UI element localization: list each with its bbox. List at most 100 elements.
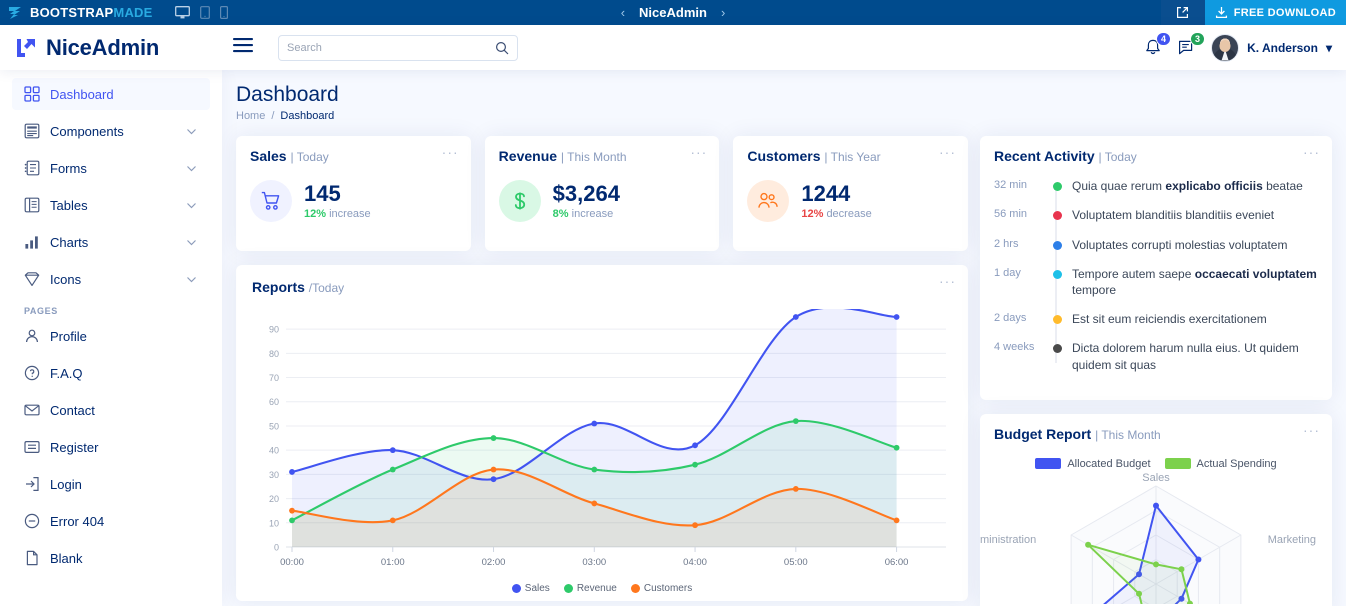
customers-delta: 12% decrease (801, 208, 871, 220)
breadcrumb-home[interactable]: Home (236, 110, 265, 122)
sales-delta: 12% increase (304, 208, 371, 220)
sidebar-item-contact[interactable]: Contact (12, 394, 210, 426)
legend-item-allocated-budget[interactable]: Allocated Budget (1035, 458, 1151, 470)
reports-title-text: Reports (252, 279, 305, 296)
legend-label: Sales (524, 583, 550, 595)
legend-label: Actual Spending (1196, 457, 1277, 470)
activity-item[interactable]: 1 day Tempore autem saepe occaecati volup… (994, 266, 1318, 298)
sidebar-item-label: Profile (50, 328, 87, 344)
sales-card-body: 145 12% increase (250, 180, 457, 223)
search-box[interactable] (278, 34, 518, 61)
revenue-delta: 8% increase (553, 208, 620, 220)
revenue-card-menu[interactable]: ··· (690, 145, 707, 159)
sales-card: Sales | Today ··· 145 12% increase (236, 136, 471, 252)
cart-icon (261, 192, 280, 210)
customers-delta-dir: decrease (826, 208, 872, 221)
activity-item[interactable]: 4 weeks Dicta dolorem harum nulla eius. U… (994, 340, 1318, 372)
y-tick-label: 20 (269, 494, 279, 504)
messages-button[interactable]: 3 (1177, 31, 1206, 58)
sidebar-item-icons[interactable]: Icons (12, 263, 210, 295)
budget-radar-chart: Sales Marketing ministration (980, 472, 1318, 606)
card-list-icon (24, 440, 40, 454)
search-input[interactable] (287, 41, 495, 54)
sidebar-item-components[interactable]: Components (12, 115, 210, 147)
tablet-icon[interactable] (199, 6, 210, 19)
download-icon (1215, 7, 1227, 19)
legend-item-sales[interactable]: Sales (511, 583, 550, 595)
chevron-down-icon[interactable] (185, 162, 198, 175)
sidebar-item-tables[interactable]: Tables (12, 189, 210, 221)
sidebar-item-blank[interactable]: Blank (12, 542, 210, 574)
layers-icon (24, 123, 40, 139)
activity-card-menu[interactable]: ··· (1303, 145, 1320, 159)
sidebar-item-faq[interactable]: F.A.Q (12, 357, 210, 389)
legend-swatch (1035, 458, 1062, 470)
y-tick-label: 10 (269, 518, 279, 528)
form-icon (24, 160, 40, 176)
activity-time: 2 hrs (994, 237, 1019, 250)
budget-card-menu[interactable]: ··· (1303, 423, 1320, 437)
search-icon[interactable] (495, 41, 509, 55)
y-tick-label: 30 (269, 470, 279, 480)
chevron-down-icon[interactable] (185, 125, 198, 138)
activity-text: Est sit eum reiciendis exercitationem (1072, 312, 1267, 327)
dollar-icon-wrap (498, 180, 541, 223)
revenue-delta-pct: 8% (552, 208, 569, 221)
app-brand[interactable]: NiceAdmin (0, 35, 222, 61)
prev-template-button[interactable]: ‹ (621, 5, 625, 20)
free-download-button[interactable]: FREE DOWNLOAD (1204, 0, 1346, 25)
chevron-down-icon[interactable] (185, 236, 198, 249)
next-template-button[interactable]: › (721, 5, 725, 20)
hamburger-icon (233, 38, 253, 53)
reports-chart-svg[interactable]: 0 10 20 30 40 50 60 70 80 90 00:00 01:00 02:00 03:00 0… (252, 306, 952, 581)
stats-row: Sales | Today ··· 145 12% increase Reven… (236, 136, 969, 252)
sidebar-item-error-404[interactable]: Error 404 (12, 505, 210, 537)
radar-axis-label-administration: ministration (980, 533, 1037, 546)
sidebar-item-register[interactable]: Register (12, 431, 210, 463)
reports-card-menu[interactable]: ··· (939, 274, 956, 288)
customers-card-menu[interactable]: ··· (939, 145, 956, 159)
profile-menu[interactable]: K. Anderson ▾ (1211, 33, 1332, 62)
external-link-button[interactable] (1160, 0, 1205, 25)
budget-period: | This Month (1095, 427, 1161, 442)
y-tick-label: 50 (269, 422, 279, 432)
activity-dot (1052, 211, 1062, 221)
reports-chart-legend: Sales Revenue Customers (252, 583, 952, 594)
chevron-down-icon[interactable] (185, 273, 198, 286)
current-template-name[interactable]: NiceAdmin (639, 5, 707, 20)
sidebar-toggle-button[interactable] (228, 32, 258, 63)
desktop-icon[interactable] (174, 6, 190, 19)
legend-item-revenue[interactable]: Revenue (563, 583, 617, 594)
activity-dot-column (1048, 340, 1066, 372)
activity-time: 4 weeks (994, 341, 1035, 354)
sales-card-menu[interactable]: ··· (442, 145, 459, 159)
sidebar-item-label: Forms (50, 160, 87, 176)
sidebar-item-login[interactable]: Login (12, 468, 210, 500)
y-tick-label: 0 (274, 543, 279, 553)
budget-report-card: Budget Report | This Month ··· Allocated… (980, 413, 1332, 606)
notifications-button[interactable]: 4 (1143, 31, 1172, 58)
activity-item[interactable]: 2 hrs Voluptates corrupti molestias volup… (994, 237, 1318, 253)
sidebar-item-charts[interactable]: Charts (12, 226, 210, 258)
sales-card-title: Sales | Today (250, 148, 457, 164)
sidebar: Dashboard Components Forms Tables Charts… (0, 70, 222, 606)
dollar-icon (514, 192, 525, 210)
sidebar-item-label: Login (50, 476, 82, 492)
activity-item[interactable]: 32 min Quia quae rerum explicabo officiis… (994, 178, 1318, 194)
activity-dot-column (1048, 237, 1066, 253)
sidebar-item-label: Contact (50, 402, 95, 418)
sidebar-item-profile[interactable]: Profile (12, 320, 210, 352)
reports-period: /Today (308, 281, 345, 296)
dashboard-grid: Sales | Today ··· 145 12% increase Reven… (236, 136, 1332, 606)
activity-item[interactable]: 2 days Est sit eum reiciendis exercitatio… (994, 311, 1318, 327)
legend-item-actual-spending[interactable]: Actual Spending (1164, 457, 1277, 470)
bootstrapmade-logo[interactable]: BOOTSTRAPMADE (0, 5, 153, 20)
mobile-icon[interactable] (219, 6, 228, 19)
chevron-down-icon[interactable] (185, 199, 198, 212)
activity-item[interactable]: 56 min Voluptatem blanditiis blanditiis e… (994, 207, 1318, 223)
sidebar-item-forms[interactable]: Forms (12, 152, 210, 184)
messages-badge: 3 (1190, 31, 1206, 46)
legend-item-customers[interactable]: Customers (630, 583, 692, 594)
sidebar-item-dashboard[interactable]: Dashboard (12, 78, 210, 110)
reports-card-title: Reports /Today (252, 279, 952, 295)
